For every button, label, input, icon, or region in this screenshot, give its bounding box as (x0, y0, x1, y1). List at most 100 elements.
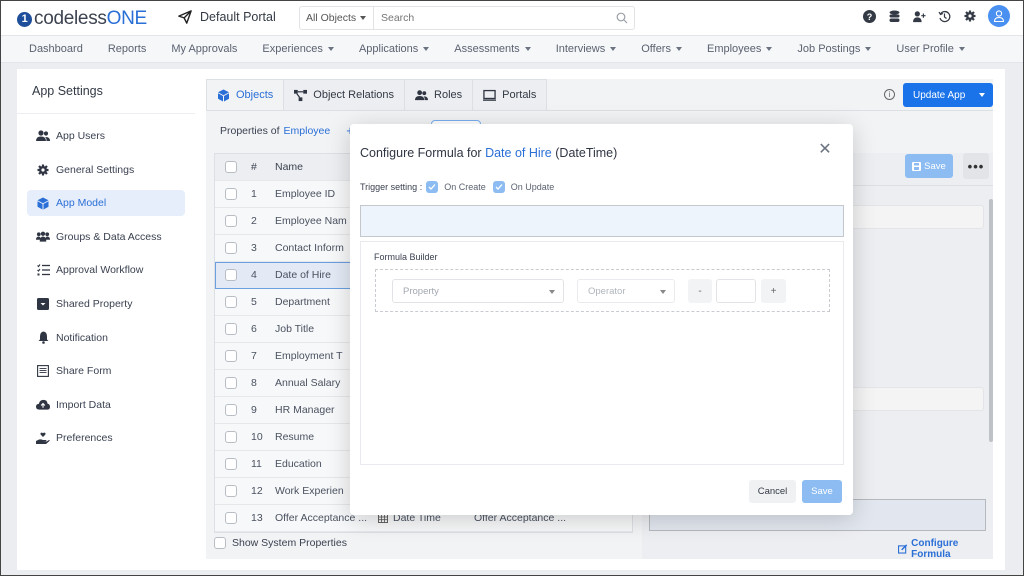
sidebar-item-preferences[interactable]: Preferences (27, 425, 185, 451)
help-icon[interactable]: ? (863, 9, 876, 23)
bell-icon (36, 331, 50, 345)
tab-object-relations[interactable]: Object Relations (284, 79, 406, 111)
object-name-link[interactable]: Employee (284, 125, 331, 137)
update-app-button[interactable]: Update App (903, 83, 993, 107)
nav-item-job-postings[interactable]: Job Postings (797, 43, 872, 55)
sidebar-item-app-users[interactable]: App Users (27, 123, 185, 149)
row-number: 1 (251, 188, 257, 200)
nav-item-applications[interactable]: Applications (358, 43, 430, 55)
on-update-checkbox[interactable] (492, 181, 505, 193)
formula-input[interactable] (360, 205, 844, 237)
svg-text:?: ? (867, 11, 873, 21)
nav-item-label: User Profile (896, 43, 954, 55)
show-system-properties[interactable]: Show System Properties (214, 537, 347, 549)
row-number: 8 (251, 377, 257, 389)
nav-item-my-approvals[interactable]: My Approvals (171, 43, 237, 55)
row-checkbox[interactable] (225, 269, 237, 281)
sidebar-item-label: Share Form (56, 365, 112, 378)
row-checkbox[interactable] (225, 323, 237, 335)
select-all-checkbox[interactable] (225, 161, 237, 173)
cancel-button[interactable]: Cancel (749, 480, 796, 503)
configure-formula-link[interactable]: Configure Formula (898, 538, 993, 560)
properties-header: Properties of Employee + (220, 124, 354, 137)
search-icon[interactable] (610, 12, 634, 24)
tab-roles[interactable]: Roles (405, 79, 474, 111)
tab-label: Portals (502, 89, 537, 101)
sidebar-item-label: Notification (56, 331, 108, 344)
gear-icon[interactable] (963, 10, 976, 23)
chevron-down-icon (660, 290, 666, 294)
nav-item-dashboard[interactable]: Dashboard (29, 43, 83, 55)
nav-item-employees[interactable]: Employees (707, 43, 773, 55)
sidebar-item-shared-property[interactable]: Shared Property (27, 291, 185, 317)
database-icon[interactable] (888, 10, 901, 23)
row-checkbox[interactable] (225, 377, 237, 389)
row-checkbox[interactable] (225, 350, 237, 362)
row-number: 12 (251, 485, 263, 497)
nav-item-offers[interactable]: Offers (641, 43, 682, 55)
sidebar-item-app-model[interactable]: App Model (27, 190, 185, 217)
property-select[interactable]: Property (392, 279, 564, 303)
row-checkbox[interactable] (225, 296, 237, 308)
increment-button[interactable]: + (761, 279, 786, 303)
more-options-button[interactable]: ••• (963, 153, 989, 179)
hand-heart-icon (36, 431, 50, 445)
nav-item-label: My Approvals (171, 43, 238, 55)
tab-label: Object Relations (313, 89, 395, 101)
chevron-down-icon (865, 47, 872, 51)
row-checkbox[interactable] (225, 215, 237, 227)
save-icon (912, 161, 922, 171)
modal-title-prefix: Configure Formula for (360, 146, 482, 160)
tab-portals[interactable]: Portals (473, 79, 548, 111)
sidebar-item-approval-workflow[interactable]: Approval Workflow (27, 257, 185, 283)
search-input[interactable] (374, 12, 610, 24)
chevron-down-icon (524, 47, 531, 51)
nav-item-experiences[interactable]: Experiences (262, 43, 334, 55)
nav-item-reports[interactable]: Reports (108, 43, 147, 55)
user-avatar-icon[interactable] (988, 5, 1010, 27)
decrement-button[interactable]: - (688, 279, 712, 303)
sidebar-item-notification[interactable]: Notification (27, 325, 185, 351)
add-user-icon[interactable] (913, 10, 926, 23)
chevron-down-icon (958, 47, 965, 51)
scrollbar[interactable] (989, 199, 993, 442)
show-system-checkbox[interactable] (214, 537, 226, 549)
nav-item-label: Applications (358, 43, 419, 55)
row-checkbox[interactable] (225, 431, 237, 443)
history-icon[interactable] (938, 10, 951, 23)
row-checkbox[interactable] (225, 458, 237, 470)
row-checkbox[interactable] (225, 188, 237, 200)
row-number: 9 (251, 404, 257, 416)
edit-icon (898, 544, 908, 554)
sidebar-item-import-data[interactable]: Import Data (27, 392, 185, 418)
search-scope-select[interactable]: All Objects (300, 7, 374, 29)
inbox-icon (36, 297, 50, 311)
chevron-down-icon[interactable] (979, 93, 985, 97)
row-checkbox[interactable] (225, 404, 237, 416)
save-button[interactable]: Save (905, 154, 953, 178)
tab-objects[interactable]: Objects (206, 79, 285, 111)
operator-select[interactable]: Operator (577, 279, 675, 303)
row-checkbox[interactable] (225, 485, 237, 497)
sidebar-item-groups-data-access[interactable]: Groups & Data Access (27, 224, 185, 250)
chevron-down-icon (610, 47, 617, 51)
sidebar-item-share-form[interactable]: Share Form (27, 358, 185, 384)
number-input[interactable] (716, 279, 756, 303)
portal-switcher[interactable]: Default Portal (178, 10, 276, 24)
on-create-checkbox[interactable] (426, 181, 439, 193)
row-checkbox[interactable] (225, 512, 237, 524)
modal-title-field: Date of Hire (485, 146, 552, 160)
sidebar-item-general-settings[interactable]: General Settings (27, 157, 185, 183)
info-icon[interactable]: i (884, 89, 895, 100)
paper-plane-icon (178, 10, 192, 24)
modal-save-button[interactable]: Save (802, 480, 842, 503)
top-bar: 1 codeless ONE Default Portal All Objects… (0, 0, 1024, 36)
nav-item-user-profile[interactable]: User Profile (896, 43, 965, 55)
app-logo[interactable]: 1 codeless ONE (17, 8, 147, 30)
nav-item-assessments[interactable]: Assessments (454, 43, 531, 55)
portal-name: Default Portal (200, 10, 276, 24)
row-checkbox[interactable] (225, 242, 237, 254)
panel-title: App Settings (17, 69, 195, 114)
close-icon[interactable]: ✕ (818, 142, 832, 158)
nav-item-interviews[interactable]: Interviews (556, 43, 617, 55)
